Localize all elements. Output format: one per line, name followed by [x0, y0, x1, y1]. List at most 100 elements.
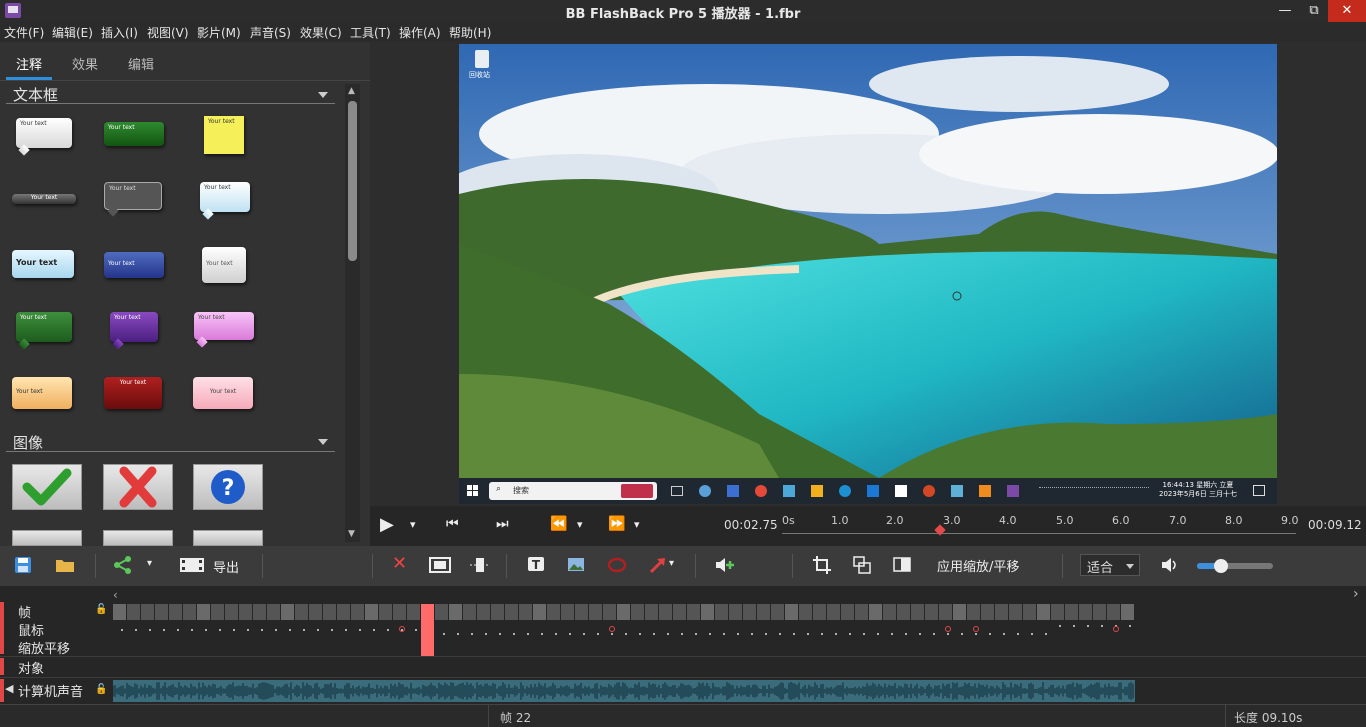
- volume-icon[interactable]: [1160, 555, 1180, 577]
- question-image[interactable]: ?: [193, 464, 263, 510]
- menu-actions[interactable]: 操作(A): [399, 24, 441, 41]
- frame-cell[interactable]: [827, 604, 840, 620]
- frame-cell[interactable]: [967, 604, 980, 620]
- previous-frame-icon[interactable]: ⏪: [550, 516, 567, 532]
- frame-cell[interactable]: [141, 604, 154, 620]
- frame-cell[interactable]: [855, 604, 868, 620]
- next-frame-icon[interactable]: ⏩: [608, 516, 625, 532]
- resize-icon[interactable]: [852, 555, 872, 577]
- speaker-icon[interactable]: ◀: [5, 682, 13, 695]
- track-frames-label[interactable]: 帧: [18, 602, 31, 621]
- taskbar-clock[interactable]: 16:44:13 星期六 立夏 2023年5月6日 三月十七: [1159, 481, 1237, 499]
- menu-insert[interactable]: 插入(I): [101, 24, 138, 41]
- tab-effects[interactable]: 效果: [72, 54, 98, 73]
- scroll-up-icon[interactable]: ▲: [348, 86, 355, 96]
- folder-icon[interactable]: [811, 485, 823, 497]
- app-icon-blue[interactable]: [783, 485, 795, 497]
- frame-cell[interactable]: [1037, 604, 1050, 620]
- textbox-style-1[interactable]: Your text: [16, 118, 72, 148]
- next-options-arrow-icon[interactable]: ▾: [634, 518, 640, 531]
- frame-cell[interactable]: [1023, 604, 1036, 620]
- close-button[interactable]: ✕: [1328, 0, 1366, 22]
- frame-cell[interactable]: [729, 604, 742, 620]
- app-icon-book[interactable]: [951, 485, 963, 497]
- timeline-scroll-right-icon[interactable]: ›: [1353, 586, 1359, 602]
- textbox-style-14[interactable]: Your text: [104, 377, 162, 409]
- frame-cell[interactable]: [351, 604, 364, 620]
- textbox-style-11[interactable]: Your text: [110, 312, 158, 342]
- frame-cell[interactable]: [799, 604, 812, 620]
- previous-options-arrow-icon[interactable]: ▾: [577, 518, 583, 531]
- frame-cell[interactable]: [253, 604, 266, 620]
- frames-track[interactable]: [113, 604, 1135, 620]
- frame-cell[interactable]: [463, 604, 476, 620]
- textbox-style-10[interactable]: Your text: [16, 312, 72, 342]
- add-text-icon[interactable]: T: [526, 555, 546, 577]
- textbox-style-6[interactable]: Your text: [200, 182, 250, 212]
- section-textbox-heading[interactable]: 文本框: [13, 84, 58, 105]
- frame-cell[interactable]: [603, 604, 616, 620]
- frame-cell[interactable]: [1009, 604, 1022, 620]
- frame-cell[interactable]: [211, 604, 224, 620]
- frame-cell[interactable]: [785, 604, 798, 620]
- tab-annotations[interactable]: 注释: [16, 54, 42, 73]
- windows-start-icon[interactable]: [467, 485, 479, 497]
- arrow-options-icon[interactable]: ▾: [669, 558, 674, 580]
- frame-cell[interactable]: [631, 604, 644, 620]
- lock-icon[interactable]: 🔓: [95, 604, 107, 615]
- image-thumb[interactable]: [193, 530, 263, 546]
- go-to-start-icon[interactable]: ⏮: [446, 516, 459, 532]
- frame-cell[interactable]: [295, 604, 308, 620]
- menu-movie[interactable]: 影片(M): [197, 24, 241, 41]
- menu-file[interactable]: 文件(F): [4, 24, 44, 41]
- textbox-style-13[interactable]: Your text: [12, 377, 72, 409]
- lock-icon[interactable]: 🔓: [95, 684, 107, 695]
- track-mouse-label[interactable]: 鼠标: [18, 620, 44, 639]
- track-objects-label[interactable]: 对象: [18, 658, 44, 677]
- frame-cell[interactable]: [743, 604, 756, 620]
- go-to-end-icon[interactable]: ⏭: [496, 516, 509, 532]
- frame-cell[interactable]: [239, 604, 252, 620]
- frame-edit-icon[interactable]: [428, 555, 452, 577]
- frame-cell[interactable]: [771, 604, 784, 620]
- frame-cell[interactable]: [1121, 604, 1134, 620]
- checkmark-image[interactable]: [12, 464, 82, 510]
- export-button[interactable]: 导出: [213, 557, 239, 579]
- frame-cell[interactable]: [617, 604, 630, 620]
- chrome-icon[interactable]: [755, 485, 767, 497]
- frame-cell[interactable]: [883, 604, 896, 620]
- menu-help[interactable]: 帮助(H): [449, 24, 491, 41]
- timeline-ruler[interactable]: [782, 528, 1296, 532]
- frame-cell[interactable]: [379, 604, 392, 620]
- menu-sound[interactable]: 声音(S): [250, 24, 291, 41]
- frame-cell[interactable]: [169, 604, 182, 620]
- track-audio-label[interactable]: 计算机声音: [18, 681, 83, 700]
- frame-cell[interactable]: [407, 604, 420, 620]
- frame-cell[interactable]: [365, 604, 378, 620]
- section-images-heading[interactable]: 图像: [13, 432, 43, 453]
- textbox-style-2[interactable]: Your text: [104, 122, 164, 146]
- apply-zoom-pan-button[interactable]: 应用缩放/平移: [937, 556, 1019, 578]
- frame-cell[interactable]: [897, 604, 910, 620]
- audio-waveform-track[interactable]: [113, 680, 1135, 702]
- image-thumb[interactable]: [103, 530, 173, 546]
- image-thumb[interactable]: [12, 530, 82, 546]
- menu-effects[interactable]: 效果(C): [300, 24, 342, 41]
- frame-cell[interactable]: [183, 604, 196, 620]
- frame-cell[interactable]: [659, 604, 672, 620]
- timeline-playhead[interactable]: [421, 604, 434, 656]
- frame-cell[interactable]: [393, 604, 406, 620]
- tab-edit[interactable]: 编辑: [128, 54, 154, 73]
- frame-cell[interactable]: [519, 604, 532, 620]
- cross-image[interactable]: [103, 464, 173, 510]
- delete-icon[interactable]: ✕: [392, 553, 407, 575]
- frame-cell[interactable]: [505, 604, 518, 620]
- frame-cell[interactable]: [267, 604, 280, 620]
- taskbar-search[interactable]: ⌕ 搜索: [489, 482, 657, 500]
- frame-cell[interactable]: [197, 604, 210, 620]
- frame-cell[interactable]: [225, 604, 238, 620]
- frame-cell[interactable]: [701, 604, 714, 620]
- frame-cell[interactable]: [533, 604, 546, 620]
- browser-icon[interactable]: [699, 485, 711, 497]
- frame-cell[interactable]: [155, 604, 168, 620]
